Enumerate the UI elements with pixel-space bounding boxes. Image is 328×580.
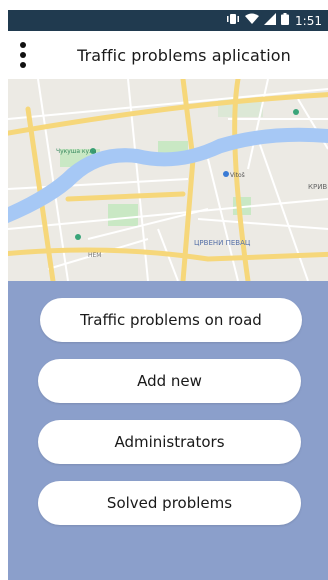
administrators-button[interactable]: Administrators [38,420,301,464]
menu-panel: Traffic problems on road Add new Adminis… [8,281,328,580]
signal-icon [264,13,277,28]
traffic-problems-button[interactable]: Traffic problems on road [40,298,302,342]
map-label: Vitoš [230,172,245,179]
app-title: Traffic problems aplication [77,45,291,65]
vibrate-icon [226,13,240,28]
map-view[interactable]: ЦРВЕНИ ПЕВАЦ Vitoš КРИВ Чукуша кула НЕМ [8,79,328,281]
status-bar: 1:51 [8,10,328,31]
map-label: Чукуша кула [56,148,97,155]
battery-icon [281,13,290,28]
app-bar: Traffic problems aplication [8,31,328,79]
add-new-button[interactable]: Add new [38,359,301,403]
map-label: КРИВ [308,183,327,191]
map-graphic: ЦРВЕНИ ПЕВАЦ Vitoš КРИВ Чукуша кула НЕМ [8,79,328,281]
solved-problems-button[interactable]: Solved problems [38,481,301,525]
more-vert-icon[interactable] [10,31,36,79]
map-label: ЦРВЕНИ ПЕВАЦ [194,239,251,247]
status-time: 1:51 [295,13,322,28]
map-label: НЕМ [88,252,101,259]
status-icons [226,13,290,28]
wifi-icon [245,13,260,28]
